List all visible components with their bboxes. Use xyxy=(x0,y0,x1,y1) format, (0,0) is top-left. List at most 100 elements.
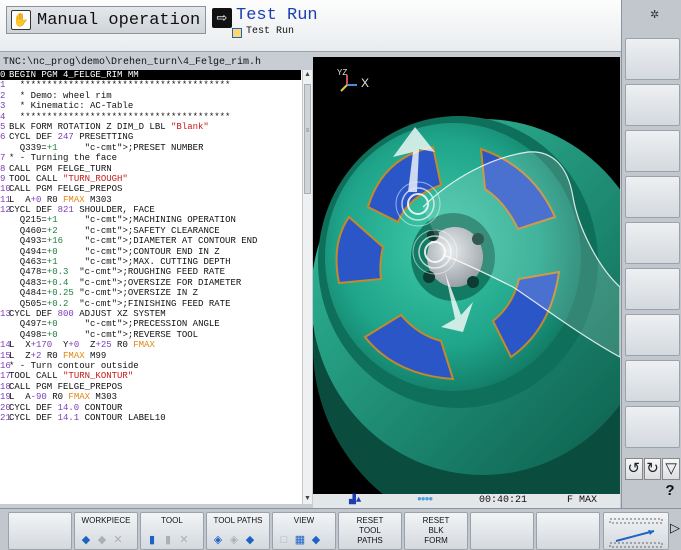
program-line[interactable]: 3 * Kinematic: AC-Table xyxy=(0,101,301,111)
program-line[interactable]: Q494=+0 "c-cmt">;CONTOUR END IN Z xyxy=(0,247,301,257)
line-text: Q484=+0.25 "c-cmt">;OVERSIZE IN Z xyxy=(9,288,199,299)
program-line[interactable]: 16* - Turn contour outside xyxy=(0,361,301,371)
softkey-next-icon[interactable]: ▷ xyxy=(670,520,680,536)
programming-mode-indicator[interactable]: ⇨ Test Run Test Run xyxy=(212,6,412,46)
line-number: 13 xyxy=(0,308,11,319)
line-text: Q498=+0 "c-cmt">;REVERSE TOOL xyxy=(9,329,199,340)
program-line[interactable]: 7 * - Turning the face xyxy=(0,153,301,163)
line-number: 20 xyxy=(0,402,11,413)
softkey-reset-blk-form[interactable]: RESET BLK FORM xyxy=(404,512,468,550)
softkey-view[interactable]: VIEW □ ▦ ◆ xyxy=(272,512,336,550)
vertical-softkey-6[interactable] xyxy=(625,268,680,310)
program-line[interactable]: Q478=+0.3 "c-cmt">;ROUGHING FEED RATE xyxy=(0,267,301,277)
program-line[interactable]: Q498=+0 "c-cmt">;REVERSE TOOL xyxy=(0,330,301,340)
line-text: *************************************** xyxy=(9,111,231,122)
tilt-down-icon[interactable]: ▽ xyxy=(662,458,681,480)
program-line[interactable]: 8 CALL PGM FELGE_TURN xyxy=(0,164,301,174)
simulation-graphic[interactable]: YZ X xyxy=(313,57,620,494)
program-line[interactable]: 5 BLK FORM ROTATION Z DIM_D LBL "Blank" xyxy=(0,122,301,132)
line-number: 7 xyxy=(0,153,6,164)
program-line[interactable]: Q460=+2 "c-cmt">;SAFETY CLEARANCE xyxy=(0,226,301,236)
line-number: 9 xyxy=(0,173,6,184)
program-line[interactable]: 12CYCL DEF 821 SHOULDER, FACE xyxy=(0,205,301,215)
program-line[interactable]: 15L Z+2 R0 FMAX M99 xyxy=(0,351,301,361)
machine-mode-label: Manual operation xyxy=(37,10,201,30)
program-line[interactable]: Q493=+16 "c-cmt">;DIAMETER AT CONTOUR EN… xyxy=(0,236,301,246)
view-empty-icon: □ xyxy=(280,534,288,546)
tool-solid-icon: ▮ xyxy=(148,534,156,546)
softkey-animation[interactable] xyxy=(603,512,669,550)
program-line[interactable]: 2 * Demo: wheel rim xyxy=(0,91,301,101)
scroll-thumb[interactable] xyxy=(304,84,311,194)
program-line[interactable]: 0 BEGIN PGM 4_FELGE_RIM MM xyxy=(0,70,301,81)
line-number: 19 xyxy=(0,392,11,403)
program-line[interactable]: Q483=+0.4 "c-cmt">;OVERSIZE FOR DIAMETER xyxy=(0,278,301,288)
simulation-speed-icon[interactable]: ▟▲ xyxy=(349,495,363,506)
vertical-softkey-1[interactable] xyxy=(625,38,680,80)
tool-transparent-icon: ▮ xyxy=(164,534,172,546)
program-line[interactable]: Q505=+0.2 "c-cmt">;FINISHING FEED RATE xyxy=(0,299,301,309)
header-bar: ✋ Manual operation ⇨ Test Run Test Run xyxy=(0,0,621,52)
program-line[interactable]: 9 TOOL CALL "TURN_ROUGH" xyxy=(0,174,301,184)
program-line[interactable]: 18CALL PGM FELGE_PREPOS xyxy=(0,382,301,392)
program-line[interactable]: 20CYCL DEF 14.0 CONTOUR xyxy=(0,403,301,413)
softkey-workpiece[interactable]: WORKPIECE ◆ ◆ ✕ xyxy=(74,512,138,550)
softkey-empty-2[interactable] xyxy=(470,512,534,550)
program-line[interactable]: Q339=+1 "c-cmt">;PRESET NUMBER xyxy=(0,143,301,153)
vertical-softkey-7[interactable] xyxy=(625,314,680,356)
program-line[interactable]: Q484=+0.25 "c-cmt">;OVERSIZE IN Z xyxy=(0,288,301,298)
line-number: 15 xyxy=(0,350,11,361)
svg-text:X: X xyxy=(361,76,369,90)
line-text: L A-90 R0 FMAX M303 xyxy=(9,392,118,403)
tool-hidden-icon: ✕ xyxy=(179,534,189,546)
program-line[interactable]: Q463=+1 "c-cmt">;MAX. CUTTING DEPTH xyxy=(0,257,301,267)
vertical-softkey-8[interactable] xyxy=(625,360,680,402)
line-text: Q493=+16 "c-cmt">;DIAMETER AT CONTOUR EN… xyxy=(9,236,258,247)
softkey-empty-1[interactable] xyxy=(8,512,72,550)
line-number: 14 xyxy=(0,340,11,351)
vertical-softkey-5[interactable] xyxy=(625,222,680,264)
vertical-softkey-9[interactable] xyxy=(625,406,680,448)
scroll-down-arrow-icon[interactable]: ▼ xyxy=(303,494,312,504)
line-text: CALL PGM FELGE_PREPOS xyxy=(9,381,123,392)
softkey-reset-tool-paths[interactable]: RESET TOOL PATHS xyxy=(338,512,402,550)
rotate-right-icon[interactable]: ↻ xyxy=(643,458,662,480)
line-text: L Z+2 R0 FMAX M99 xyxy=(9,350,107,361)
vertical-softkey-3[interactable] xyxy=(625,130,680,172)
program-line[interactable]: 21CYCL DEF 14.1 CONTOUR LABEL10 xyxy=(0,413,301,423)
program-line[interactable]: 10CALL PGM FELGE_PREPOS xyxy=(0,184,301,194)
program-lines[interactable]: 0 BEGIN PGM 4_FELGE_RIM MM 1 *************… xyxy=(0,70,301,504)
view-grid-icon: ▦ xyxy=(294,534,306,546)
program-line[interactable]: Q497=+0 "c-cmt">;PRECESSION ANGLE xyxy=(0,319,301,329)
softkey-empty-3[interactable] xyxy=(536,512,600,550)
line-text: Q483=+0.4 "c-cmt">;OVERSIZE FOR DIAMETER xyxy=(9,277,242,288)
help-button[interactable]: ? xyxy=(660,482,680,502)
program-editor[interactable]: 0 BEGIN PGM 4_FELGE_RIM MM 1 *************… xyxy=(0,70,312,504)
wheel-rim-render: YZ X xyxy=(313,68,620,494)
program-line[interactable]: 1 **************************************… xyxy=(0,80,301,90)
machine-mode-indicator[interactable]: ✋ Manual operation xyxy=(6,6,206,34)
softkey-tool[interactable]: TOOL ▮ ▮ ✕ xyxy=(140,512,204,550)
line-number: 6 xyxy=(0,132,6,143)
program-line[interactable]: 13CYCL DEF 800 ADJUST XZ SYSTEM xyxy=(0,309,301,319)
line-number: 3 xyxy=(0,101,6,112)
program-scrollbar[interactable]: ▲ ≡ ▼ xyxy=(302,70,312,504)
line-text: L A+0 R0 FMAX M303 xyxy=(9,194,112,205)
tool-paths-points-icon: ◈ xyxy=(229,534,239,546)
program-line[interactable]: 6 CYCL DEF 247 PRESETTING xyxy=(0,132,301,142)
vertical-softkey-4[interactable] xyxy=(625,176,680,218)
vertical-softkey-2[interactable] xyxy=(625,84,680,126)
test-run-icon: ⇨ xyxy=(212,8,232,28)
program-line[interactable]: 19L A-90 R0 FMAX M303 xyxy=(0,392,301,402)
rotate-left-icon[interactable]: ↺ xyxy=(625,458,643,480)
program-line[interactable]: 17TOOL CALL "TURN_KONTUR" xyxy=(0,371,301,381)
line-number: 16 xyxy=(0,360,11,371)
program-line[interactable]: 14L X+170 Y+0 Z+25 R0 FMAX xyxy=(0,340,301,350)
line-text: TOOL CALL "TURN_KONTUR" xyxy=(9,371,134,382)
program-line[interactable]: 11L A+0 R0 FMAX M303 xyxy=(0,195,301,205)
program-line[interactable]: Q215=+1 "c-cmt">;MACHINING OPERATION xyxy=(0,215,301,225)
softkey-tool-paths[interactable]: TOOL PATHS ◈ ◈ ◆ xyxy=(206,512,270,550)
bolt-hole xyxy=(467,276,479,288)
program-line[interactable]: 4 **************************************… xyxy=(0,112,301,122)
scroll-up-arrow-icon[interactable]: ▲ xyxy=(303,70,312,80)
